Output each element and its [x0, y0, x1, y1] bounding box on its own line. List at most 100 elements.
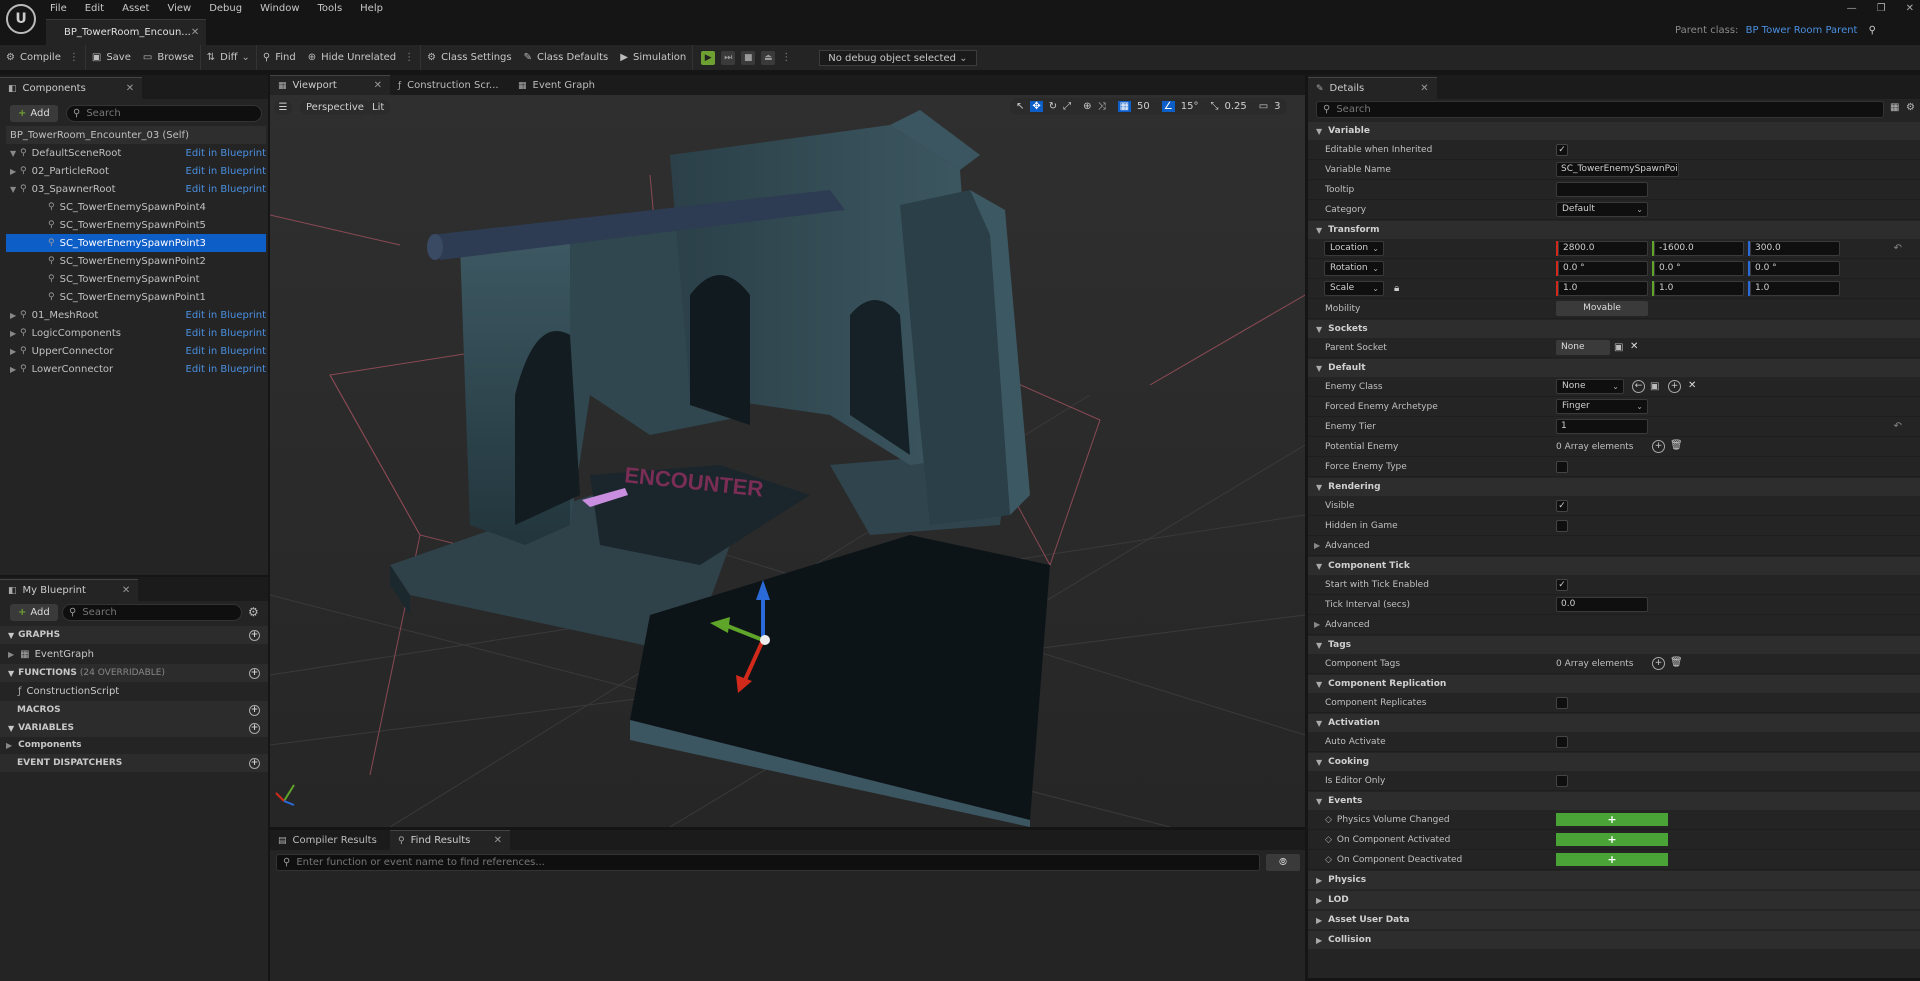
step-icon[interactable]: ⏭: [721, 50, 736, 65]
section-component-replication[interactable]: ▼ Component Replication: [1308, 675, 1920, 693]
add-event-button[interactable]: +: [1556, 813, 1668, 826]
close-icon[interactable]: ✕: [374, 80, 382, 91]
tab-event-graph[interactable]: ▦ Event Graph: [510, 75, 603, 95]
section-rendering[interactable]: ▼ Rendering: [1308, 478, 1920, 496]
section-macros[interactable]: MACROS +: [0, 701, 268, 719]
scale-snap-icon[interactable]: ⤡: [1210, 101, 1218, 112]
document-tab[interactable]: BP_TowerRoom_Encoun... ✕: [46, 19, 206, 45]
edit-in-blueprint-link[interactable]: Edit in Blueprint: [186, 346, 266, 357]
add-circle-icon[interactable]: +: [249, 629, 260, 641]
browse-button[interactable]: ▭ Browse: [137, 45, 201, 70]
menu-view[interactable]: View: [167, 1, 191, 17]
debug-object-select[interactable]: No debug object selected ⌄: [819, 49, 977, 66]
add-component-button[interactable]: + Add: [10, 105, 58, 122]
expand-arrow-icon[interactable]: ▶: [10, 329, 20, 338]
editable-when-inherited-checkbox[interactable]: ✓: [1556, 144, 1568, 156]
edit-in-blueprint-link[interactable]: Edit in Blueprint: [186, 166, 266, 177]
section-sockets[interactable]: ▼ Sockets: [1308, 320, 1920, 338]
component-item[interactable]: ▶ ⚲ LogicComponents Edit in Blueprint: [6, 324, 266, 342]
reset-icon[interactable]: ↶: [1894, 421, 1902, 432]
close-icon[interactable]: ✕: [126, 83, 134, 94]
location-x-field[interactable]: 2800.0: [1558, 241, 1648, 256]
angle-size[interactable]: 15°: [1181, 101, 1199, 112]
more-icon[interactable]: ⋮: [781, 52, 791, 63]
compile-button[interactable]: ⚙ Compile ⋮: [0, 45, 86, 70]
tab-details[interactable]: ✎ Details ✕: [1308, 77, 1437, 99]
location-z-field[interactable]: 300.0: [1750, 241, 1840, 256]
enemy-tier-field[interactable]: 1: [1556, 419, 1648, 434]
visible-checkbox[interactable]: ✓: [1556, 500, 1568, 512]
editor-only-checkbox[interactable]: [1556, 775, 1568, 787]
expand-arrow-icon[interactable]: ▼: [10, 185, 20, 194]
reset-icon[interactable]: ↶: [1894, 243, 1902, 254]
binoculars-icon[interactable]: ⦾: [1266, 854, 1300, 871]
grid-snap-icon[interactable]: ▦: [1117, 101, 1132, 112]
clear-icon[interactable]: ✕: [1630, 341, 1638, 352]
variable-name-field[interactable]: SC_TowerEnemySpawnPoint3: [1556, 162, 1679, 177]
find-references-input[interactable]: ⚲ Enter function or event name to find re…: [276, 854, 1260, 871]
component-item[interactable]: ▼ ⚲ DefaultSceneRoot Edit in Blueprint: [6, 144, 266, 162]
tab-viewport[interactable]: ▦ Viewport ✕: [270, 75, 390, 95]
add-element-icon[interactable]: +: [1652, 657, 1665, 670]
add-event-button[interactable]: +: [1556, 853, 1668, 866]
expand-arrow-icon[interactable]: ▶: [10, 347, 20, 356]
menu-debug[interactable]: Debug: [209, 1, 242, 17]
tab-components[interactable]: ◧ Components ✕: [0, 77, 143, 99]
location-mode-select[interactable]: Location ⌄: [1324, 241, 1384, 256]
enemy-class-select[interactable]: None ⌄: [1556, 379, 1624, 394]
simulation-button[interactable]: ▶ Simulation: [614, 45, 694, 70]
browse-icon[interactable]: ▣: [1650, 381, 1659, 392]
component-replicates-checkbox[interactable]: [1556, 697, 1568, 709]
component-item[interactable]: ⚲ SC_TowerEnemySpawnPoint5: [6, 216, 266, 234]
class-settings-button[interactable]: ⚙ Class Settings: [421, 45, 517, 70]
menu-help[interactable]: Help: [360, 1, 383, 17]
section-variable[interactable]: ▼ Variable: [1308, 122, 1920, 140]
section-physics[interactable]: ▶ Physics: [1308, 871, 1920, 889]
scale-mode-select[interactable]: Scale ⌄: [1324, 281, 1384, 296]
section-graphs[interactable]: ▼ GRAPHS +: [0, 626, 268, 644]
surface-snap-icon[interactable]: ⤨: [1098, 101, 1106, 112]
row-tick-advanced[interactable]: ▶ Advanced: [1308, 615, 1920, 635]
auto-activate-checkbox[interactable]: [1556, 736, 1568, 748]
tick-interval-field[interactable]: 0.0: [1556, 597, 1648, 612]
gear-icon[interactable]: ⚙: [1906, 102, 1915, 113]
edit-in-blueprint-link[interactable]: Edit in Blueprint: [186, 310, 266, 321]
components-search-input[interactable]: ⚲ Search: [66, 105, 262, 122]
tab-construction-script[interactable]: ƒ Construction Scr...: [390, 75, 510, 95]
section-activation[interactable]: ▼ Activation: [1308, 714, 1920, 732]
category-select[interactable]: Default ⌄: [1556, 202, 1648, 217]
hidden-in-game-checkbox[interactable]: [1556, 520, 1568, 532]
variables-components-item[interactable]: ▶ Components: [6, 736, 82, 754]
construction-script-item[interactable]: ƒ ConstructionScript: [18, 682, 119, 700]
close-icon[interactable]: ✕: [122, 585, 130, 596]
clear-icon[interactable]: ✕: [1688, 380, 1696, 391]
section-events[interactable]: ▼ Events: [1308, 792, 1920, 810]
trash-icon[interactable]: 🗑︎: [1670, 657, 1683, 668]
gear-icon[interactable]: ⚙: [248, 605, 259, 619]
add-circle-icon[interactable]: +: [249, 722, 260, 734]
component-item[interactable]: ▶ ⚲ UpperConnector Edit in Blueprint: [6, 342, 266, 360]
section-variables[interactable]: ▼ VARIABLES +: [0, 719, 268, 737]
save-button[interactable]: ▣ Save: [86, 45, 137, 70]
component-item[interactable]: ▶ ⚲ 02_ParticleRoot Edit in Blueprint: [6, 162, 266, 180]
component-item[interactable]: ⚲ SC_TowerEnemySpawnPoint1: [6, 288, 266, 306]
add-member-button[interactable]: + Add: [10, 604, 58, 621]
hide-unrelated-button[interactable]: ⊕ Hide Unrelated ⋮: [302, 45, 422, 70]
section-collision[interactable]: ▶ Collision: [1308, 931, 1920, 949]
section-functions[interactable]: ▼ FUNCTIONS (24 OVERRIDABLE) +: [0, 664, 268, 682]
search-icon[interactable]: ⚲: [1869, 25, 1876, 36]
camera-speed-icon[interactable]: ▭: [1259, 101, 1268, 112]
component-item[interactable]: ⚲ SC_TowerEnemySpawnPoint: [6, 270, 266, 288]
world-icon[interactable]: ⊕: [1083, 101, 1091, 112]
start-tick-checkbox[interactable]: ✓: [1556, 579, 1568, 591]
component-item[interactable]: ⚲ SC_TowerEnemySpawnPoint3: [6, 234, 266, 252]
section-cooking[interactable]: ▼ Cooking: [1308, 753, 1920, 771]
tab-find-results[interactable]: ⚲ Find Results ✕: [390, 830, 510, 850]
expand-arrow-icon[interactable]: ▼: [10, 149, 20, 158]
rotation-mode-select[interactable]: Rotation ⌄: [1324, 261, 1384, 276]
component-item[interactable]: ⚲ SC_TowerEnemySpawnPoint2: [6, 252, 266, 270]
section-asset-user-data[interactable]: ▶ Asset User Data: [1308, 911, 1920, 929]
class-defaults-button[interactable]: ✎ Class Defaults: [518, 45, 615, 70]
tab-my-blueprint[interactable]: ◧ My Blueprint ✕: [0, 579, 139, 601]
parent-socket-field[interactable]: None: [1556, 340, 1610, 355]
